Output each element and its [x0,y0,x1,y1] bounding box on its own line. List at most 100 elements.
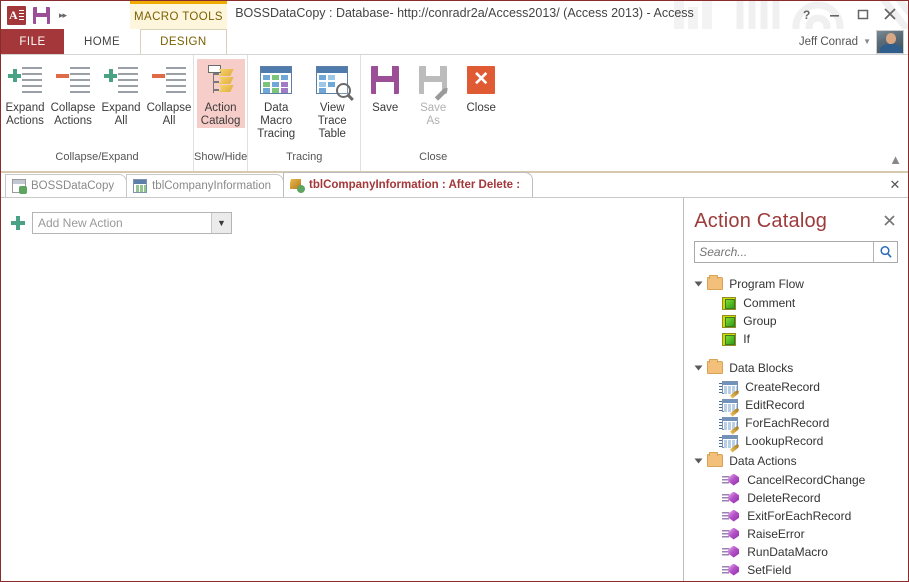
document-tab-tblcompanyinformation[interactable]: tblCompanyInformation [126,174,285,197]
data-macro-tracing-button[interactable]: Data Macro Tracing [248,59,304,141]
action-catalog-header: Action Catalog [694,198,898,241]
macro-designer-canvas[interactable]: Add New Action ▼ [1,198,685,581]
add-new-action-row: Add New Action ▼ [11,212,683,234]
restore-icon[interactable] [848,3,876,25]
chevron-down-icon[interactable]: ▼ [863,37,871,46]
avatar[interactable] [876,29,904,54]
tree-group-program-flow[interactable]: Program Flow [694,273,898,294]
account-area: Jeff Conrad ▼ [799,29,908,54]
close-icon[interactable] [876,3,904,25]
tree-item-createrecord[interactable]: CreateRecord [694,378,898,396]
tree-item-rundatamacro[interactable]: RunDataMacro [694,543,898,561]
tree-item-label: EditRecord [745,398,805,412]
tree-item-cancelrecordchange[interactable]: CancelRecordChange [694,471,898,489]
data-action-icon [722,473,740,487]
collapse-actions-button[interactable]: Collapse Actions [49,59,97,128]
tree-item-label: If [743,332,750,346]
action-catalog-search [694,241,898,263]
tree-item-foreachrecord[interactable]: ForEachRecord [694,414,898,432]
minimize-icon[interactable] [820,3,848,25]
add-action-plus-icon[interactable] [11,216,25,230]
document-tab-after-delete-macro[interactable]: tblCompanyInformation : After Delete : [283,172,534,197]
tree-item-lookuprecord[interactable]: LookupRecord [694,432,898,450]
tree-item-label: SetField [747,563,792,577]
expand-actions-label: Expand Actions [5,102,45,127]
macro-icon [290,178,306,193]
view-trace-table-button[interactable]: View Trace Table [304,59,360,141]
expand-all-button[interactable]: Expand All [97,59,145,128]
tab-design[interactable]: DESIGN [140,29,227,54]
account-user-name[interactable]: Jeff Conrad [799,36,858,48]
collapse-all-button[interactable]: Collapse All [145,59,193,128]
close-action-catalog-button[interactable] [883,214,898,230]
action-catalog-icon [204,64,238,96]
close-document-button[interactable]: ✕ [882,173,908,197]
folder-icon [707,452,724,467]
quick-access-toolbar: ▸▸ [7,4,67,26]
save-button[interactable]: Save [361,59,409,115]
collapse-actions-label: Collapse Actions [50,102,96,127]
tree-item-if[interactable]: If [694,330,898,348]
add-new-action-input[interactable]: Add New Action [33,213,211,233]
expand-all-label: Expand All [101,102,141,127]
tree-item-exitforeachrecord[interactable]: ExitForEachRecord [694,507,898,525]
chevron-expanded-icon[interactable] [694,458,703,463]
save-as-button[interactable]: Save As [409,59,457,128]
data-action-icon [722,491,740,505]
contextual-tab-group-label: MACRO TOOLS [130,1,227,29]
collapse-ribbon-icon[interactable]: ▲ [889,152,902,167]
close-x-icon: ✕ [467,66,496,94]
customize-qat-icon[interactable]: ▸▸ [57,10,67,21]
folder-icon [707,359,724,374]
tree-group-data-actions[interactable]: Data Actions [694,450,898,471]
help-icon[interactable]: ? [792,3,820,25]
ribbon-tab-strip: FILE HOME DESIGN Jeff Conrad ▼ [1,29,908,55]
tree-item-comment[interactable]: Comment [694,294,898,312]
chevron-expanded-icon[interactable] [694,365,703,370]
tree-item-label: Group [743,314,777,328]
data-block-icon [719,380,738,394]
chevron-down-icon[interactable]: ▼ [211,213,231,233]
tree-item-deleterecord[interactable]: DeleteRecord [694,489,898,507]
ribbon-group-label-collapse-expand: Collapse/Expand [55,151,139,163]
qat-save-icon[interactable] [33,6,50,24]
title-bar: ▸▸ MACRO TOOLS BOSSDataCopy : Database- … [1,1,908,29]
tree-item-setfield[interactable]: SetField [694,561,898,579]
tab-file[interactable]: FILE [1,29,64,54]
collapse-all-label: Collapse All [146,102,192,127]
access-logo-icon[interactable] [7,5,26,25]
tree-item-label: DeleteRecord [747,491,821,505]
tree-item-editrecord[interactable]: EditRecord [694,396,898,414]
ribbon-group-close: Save Save As ✕ Close Close [360,55,505,171]
data-action-icon [722,563,740,577]
search-button[interactable] [873,242,897,262]
save-label: Save [372,102,399,114]
access-application-window: ▸▸ MACRO TOOLS BOSSDataCopy : Database- … [0,0,909,582]
chevron-expanded-icon[interactable] [694,281,703,286]
tree-item-group[interactable]: Group [694,312,898,330]
search-input[interactable] [695,242,873,262]
close-label: Close [466,102,496,114]
data-action-icon [722,509,740,523]
ribbon-group-label-close: Close [419,151,448,163]
close-button[interactable]: ✕ Close [457,59,505,115]
workspace: Add New Action ▼ Action Catalog Search..… [1,198,908,581]
tree-group-label: Data Actions [729,453,797,468]
tree-group-data-blocks[interactable]: Data Blocks [694,357,898,378]
data-macro-tracing-label: Data Macro Tracing [257,102,296,140]
action-catalog-pane: Action Catalog Search... Program Flow Co… [684,198,908,581]
tree-item-raiseerror[interactable]: RaiseError [694,525,898,543]
tree-item-label: CreateRecord [745,380,820,394]
ribbon: Expand Actions Collapse Actions Expand A… [1,55,908,173]
document-tab-bossdatacopy[interactable]: BOSSDataCopy [5,174,128,197]
expand-actions-icon [8,65,42,95]
collapse-all-icon [152,65,186,95]
tab-home[interactable]: HOME [64,29,140,54]
add-new-action-combobox[interactable]: Add New Action ▼ [32,212,232,234]
data-block-icon [719,434,738,448]
ribbon-group-show-hide: Action Catalog Show/Hide [193,55,247,171]
action-catalog-button[interactable]: Action Catalog [196,59,245,128]
expand-actions-button[interactable]: Expand Actions [1,59,49,128]
view-trace-table-label: View Trace Table [317,102,347,140]
